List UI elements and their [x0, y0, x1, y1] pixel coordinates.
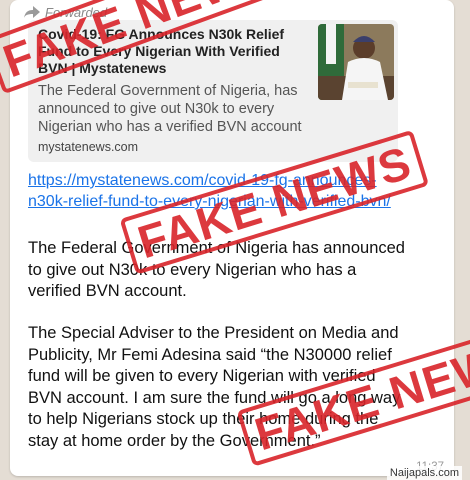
- preview-description: The Federal Government of Nigeria, has a…: [38, 83, 302, 135]
- forward-arrow-icon: [24, 6, 40, 18]
- watermark: Naijapals.com: [386, 466, 462, 480]
- preview-thumbnail: [318, 24, 394, 100]
- preview-domain: mystatenews.com: [38, 140, 139, 154]
